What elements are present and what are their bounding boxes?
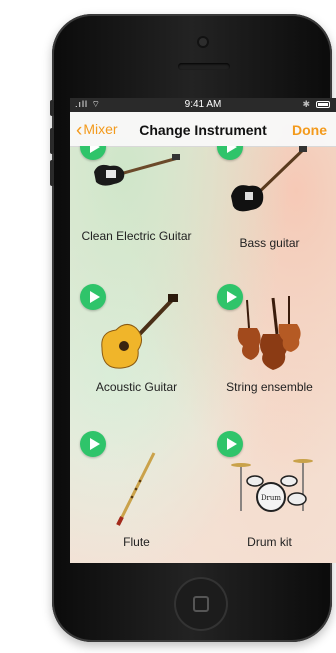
instrument-card-string-ensemble[interactable]: String ensemble: [203, 284, 336, 434]
bluetooth-icon: ✱: [302, 99, 310, 109]
string-ensemble-image: [237, 296, 301, 370]
svg-text:Drum: Drum: [261, 494, 281, 502]
instrument-card-drum-kit[interactable]: Drum Drum kit: [203, 431, 336, 563]
bass-guitar-image: [231, 146, 307, 212]
acoustic-guitar-image: [101, 294, 178, 369]
play-icon[interactable]: [80, 431, 106, 457]
instrument-name: Flute: [123, 535, 150, 549]
instrument-name: String ensemble: [226, 380, 313, 394]
instrument-name: Acoustic Guitar: [95, 380, 178, 394]
instrument-card-clean-electric-guitar[interactable]: Clean Electric Guitar: [70, 146, 203, 284]
home-square-icon: [193, 596, 209, 612]
drum-kit-image: Drum: [231, 459, 313, 512]
flute-image: [116, 452, 156, 526]
front-camera: [199, 38, 207, 46]
instrument-grid: Clean Electric Guitar Bass guitar Acoust…: [70, 146, 336, 563]
electric-guitar-image: [94, 154, 180, 186]
instrument-name: Bass guitar: [239, 236, 300, 250]
earpiece-speaker: [178, 63, 230, 70]
instrument-card-flute[interactable]: Flute: [70, 431, 203, 563]
instrument-name: Drum kit: [247, 535, 292, 549]
instrument-card-acoustic-guitar[interactable]: Acoustic Guitar: [70, 284, 203, 434]
status-bar: .ıll ⌔ 9:41 AM ✱: [70, 98, 336, 112]
volume-up-button: [50, 128, 54, 154]
status-time: 9:41 AM: [184, 99, 222, 110]
screen: .ıll ⌔ 9:41 AM ✱ ‹Mixer Change Instrumen…: [70, 98, 336, 563]
instrument-name: Clean Electric Guitar: [81, 229, 192, 243]
home-button[interactable]: [174, 577, 228, 631]
done-button[interactable]: Done: [292, 122, 327, 138]
mute-switch: [50, 100, 54, 116]
battery-icon: [316, 101, 330, 108]
navigation-bar: ‹Mixer Change Instrument Done: [70, 112, 336, 147]
volume-down-button: [50, 160, 54, 186]
instrument-card-bass-guitar[interactable]: Bass guitar: [203, 146, 336, 284]
